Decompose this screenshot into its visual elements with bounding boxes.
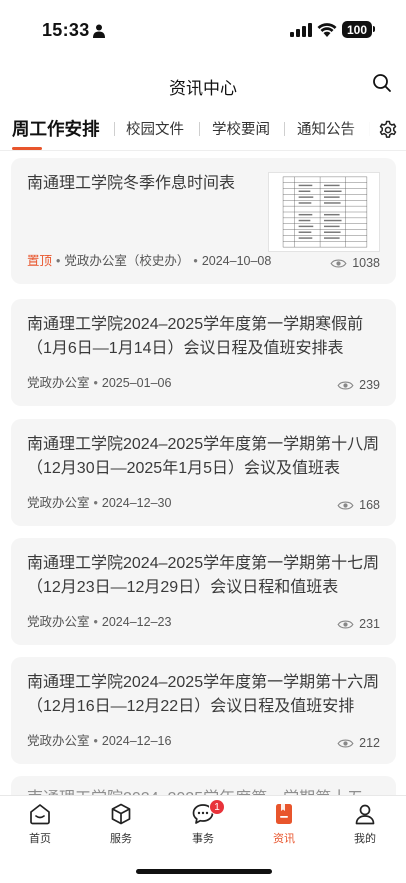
news-source: 党政办公室 [27, 376, 90, 390]
cellular-signal-icon [290, 23, 312, 37]
nav-home[interactable]: 首页 [10, 802, 70, 846]
view-count-value: 1038 [352, 256, 380, 270]
news-source: 党政办公室 [27, 734, 90, 748]
news-meta: 置顶 • 党政办公室（校史办） • 2024–10–08 [27, 254, 272, 268]
tab-divider [199, 122, 200, 136]
wifi-icon [317, 23, 337, 37]
news-date: 2024–10–08 [201, 254, 272, 268]
tab-weekly-schedule[interactable]: 周工作安排 [12, 116, 100, 141]
news-meta: 党政办公室 • 2025–01–06 [27, 376, 172, 390]
news-title: 南通理工学院冬季作息时间表 [27, 175, 236, 192]
person-icon [93, 24, 105, 38]
news-date: 2024–12–16 [101, 734, 172, 748]
news-source: 党政办公室 [27, 615, 90, 629]
nav-label: 服务 [110, 833, 132, 845]
news-card[interactable]: 南通理工学院冬季作息时间表 置顶 • 党政办公室（校史办） • 2024–10–… [11, 158, 396, 284]
user-icon [355, 804, 375, 825]
news-date: 2024–12–30 [101, 496, 172, 510]
home-indicator [136, 869, 272, 874]
view-count-value: 231 [359, 617, 380, 631]
nav-affairs[interactable]: 1 事务 [173, 799, 233, 846]
news-meta: 党政办公室 • 2024–12–23 [27, 615, 172, 629]
news-card[interactable]: 南通理工学院2024–2025学年度第一学期第十八周（12月30日—2025年1… [11, 419, 396, 526]
news-card[interactable]: 南通理工学院2024–2025学年度第一学期寒假前（1月6日—1月14日）会议日… [11, 299, 396, 406]
news-title: 南通理工学院2024–2025学年度第一学期第十八周（12月30日—2025年1… [27, 436, 380, 477]
eye-icon [337, 619, 354, 629]
gear-icon[interactable] [378, 120, 398, 140]
news-title: 南通理工学院2024–2025学年度第一学期第十七周（12月23日—12月29日… [27, 555, 380, 596]
notification-badge: 1 [209, 799, 225, 815]
nav-news[interactable]: 资讯 [254, 802, 314, 846]
news-title: 南通理工学院2024–2025学年度第一学期寒假前（1月6日—1月14日）会议日… [27, 316, 364, 357]
search-icon[interactable] [372, 73, 392, 93]
status-bar: 15:33 100 [0, 0, 406, 60]
tab-campus-documents[interactable]: 校园文件 [126, 118, 184, 139]
battery-level: 100 [346, 22, 368, 37]
category-tabs: 周工作安排 校园文件 学校要闻 通知公告 [0, 114, 406, 150]
view-count: 231 [337, 617, 380, 631]
news-thumbnail [268, 172, 380, 252]
news-icon [276, 804, 292, 824]
news-title: 南通理工学院2024–2025学年度第一学期第十六周（12月16日—12月22日… [27, 674, 380, 715]
tabs-divider [0, 150, 406, 151]
nav-label: 资讯 [273, 833, 295, 845]
news-source: 党政办公室（校史办） [64, 254, 190, 268]
tabs-fade [346, 114, 372, 146]
view-count: 1038 [330, 256, 380, 270]
news-date: 2025–01–06 [101, 376, 172, 390]
nav-services[interactable]: 服务 [91, 802, 151, 846]
view-count-value: 212 [359, 736, 380, 750]
news-date: 2024–12–23 [101, 615, 172, 629]
view-count-value: 239 [359, 378, 380, 392]
battery-tip [373, 26, 375, 32]
status-time: 15:33 [42, 20, 90, 40]
battery-icon: 100 [342, 21, 372, 38]
eye-icon [337, 380, 354, 390]
nav-label: 我的 [354, 833, 376, 845]
nav-label: 事务 [192, 833, 214, 845]
nav-label: 首页 [29, 833, 51, 845]
view-count: 168 [337, 498, 380, 512]
cube-icon [111, 803, 131, 825]
news-meta: 党政办公室 • 2024–12–30 [27, 496, 172, 510]
news-source: 党政办公室 [27, 496, 90, 510]
view-count: 212 [337, 736, 380, 750]
tab-school-news[interactable]: 学校要闻 [212, 118, 270, 139]
view-count-value: 168 [359, 498, 380, 512]
news-meta: 党政办公室 • 2024–12–16 [27, 734, 172, 748]
tab-divider [284, 122, 285, 136]
tab-divider [114, 122, 115, 136]
nav-profile[interactable]: 我的 [335, 802, 395, 846]
home-icon [30, 804, 50, 825]
news-card[interactable]: 南通理工学院2024–2025学年度第一学期第十六周（12月16日—12月22日… [11, 657, 396, 764]
eye-icon [330, 258, 347, 268]
eye-icon [337, 500, 354, 510]
eye-icon [337, 738, 354, 748]
view-count: 239 [337, 378, 380, 392]
page-title: 资讯中心 [169, 79, 237, 98]
pinned-label: 置顶 [27, 254, 53, 268]
news-card[interactable]: 南通理工学院2024–2025学年度第一学期第十七周（12月23日—12月29日… [11, 538, 396, 645]
